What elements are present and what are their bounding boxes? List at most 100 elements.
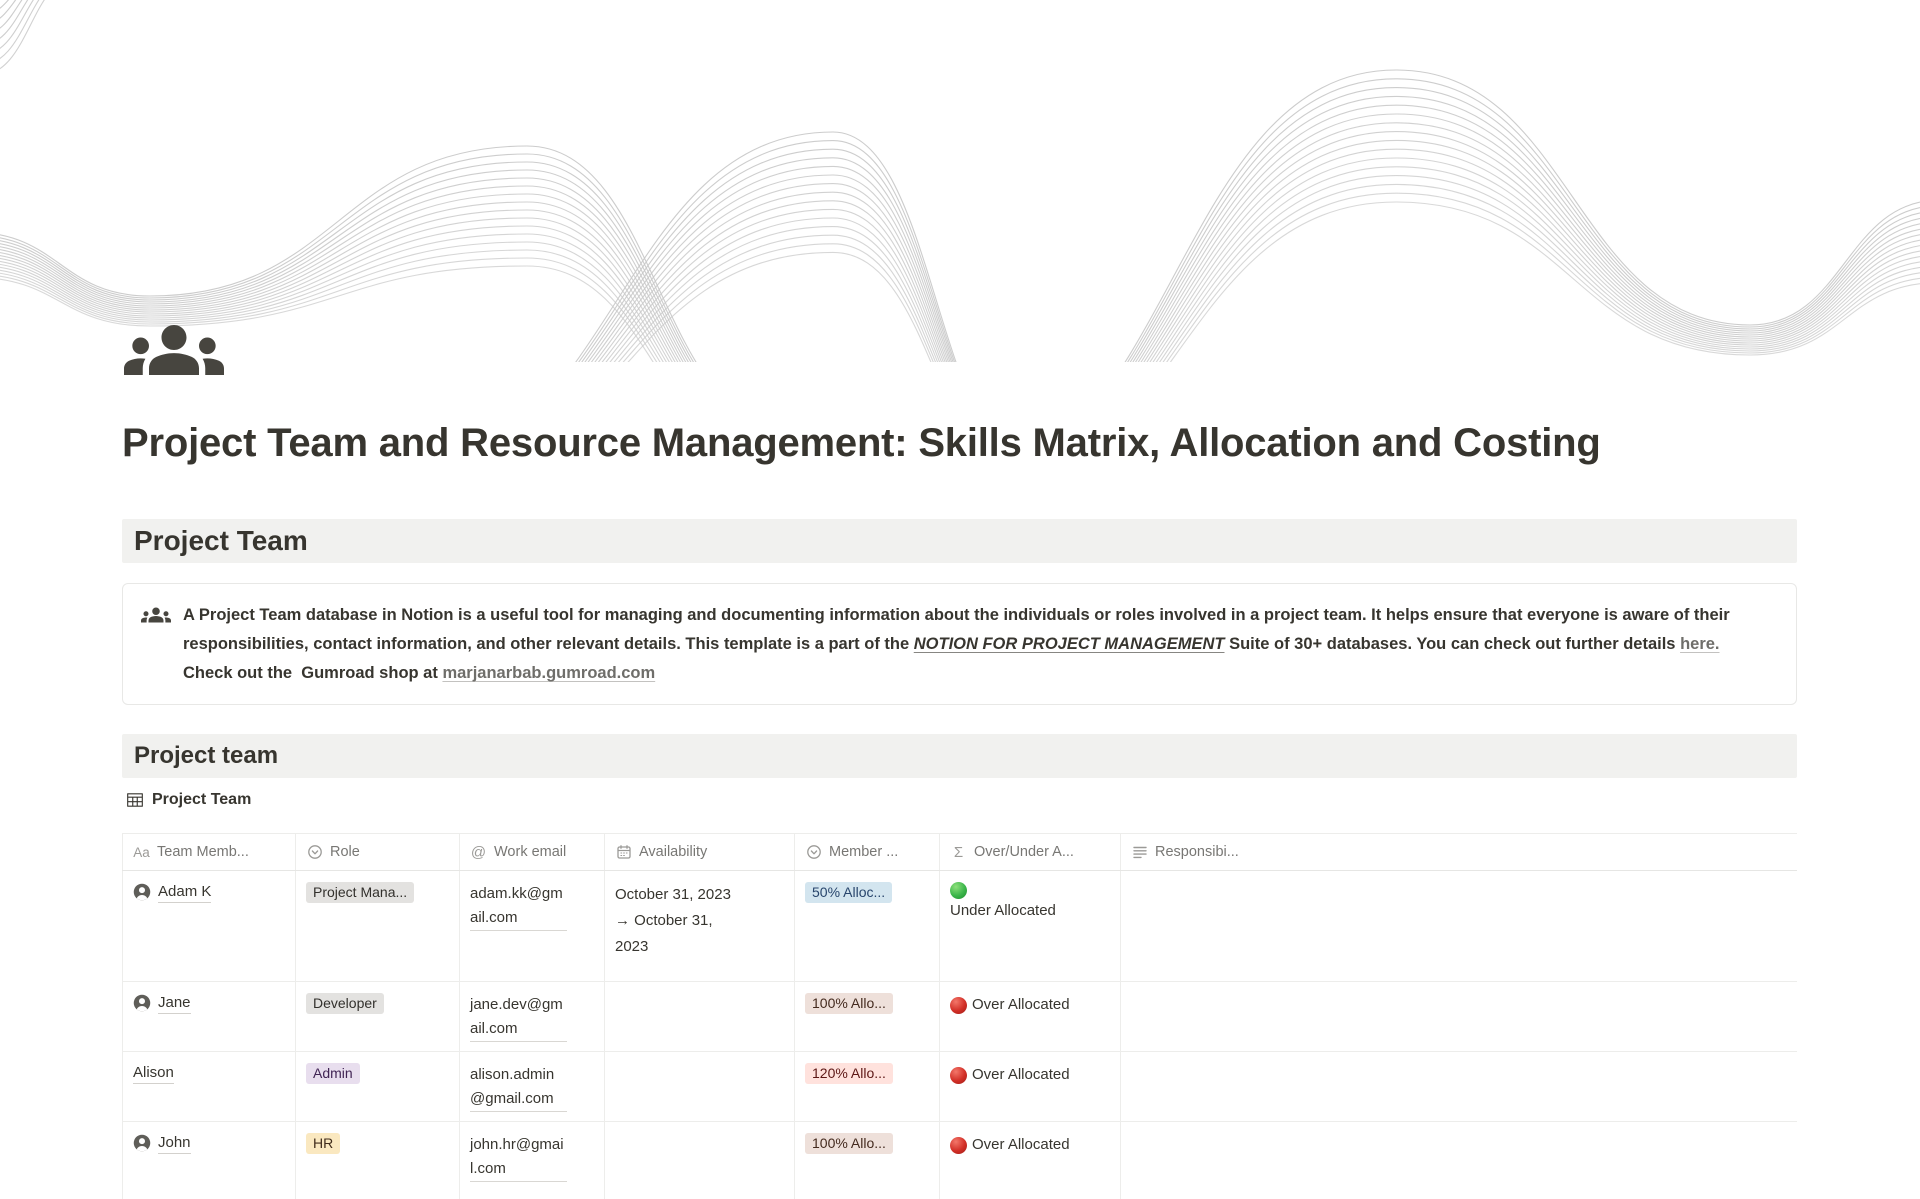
cover-image[interactable] (0, 0, 1920, 362)
section-heading-project-team-db: Project team (122, 734, 1797, 778)
section-heading-text: Project Team (134, 525, 308, 557)
table-row: John HR john.hr@gmail.com 100% Allo... Over … (122, 1122, 1797, 1199)
column-header-label: Role (330, 844, 360, 860)
cell-team-member[interactable]: Alison (122, 1052, 295, 1121)
cell-role[interactable]: HR (295, 1122, 459, 1199)
cell-member-allocation[interactable]: 120% Allo... (794, 1052, 939, 1121)
column-header-over-under-a---[interactable]: ΣOver/Under A... (939, 834, 1120, 870)
member-name-link[interactable]: Adam K (158, 882, 211, 903)
allocation-tag[interactable]: 120% Allo... (805, 1063, 893, 1084)
database-title-link[interactable]: Project Team (126, 791, 251, 809)
cell-work-email[interactable]: jane.dev@gmail.com (459, 982, 604, 1051)
cell-availability[interactable] (604, 1052, 794, 1121)
availability-dates: October 31, 2023 → October 31, 2023 (615, 882, 741, 960)
cell-team-member[interactable]: Jane (122, 982, 295, 1051)
cell-over-under-allocated[interactable]: Over Allocated (939, 1052, 1120, 1121)
column-header-member----[interactable]: Member ... (794, 834, 939, 870)
cell-over-under-allocated[interactable]: Over Allocated (939, 1122, 1120, 1199)
cell-work-email[interactable]: alison.admin@gmail.com (459, 1052, 604, 1121)
cell-role[interactable]: Project Mana... (295, 871, 459, 981)
person-avatar-icon (133, 1134, 151, 1152)
column-header-label: Team Memb... (157, 844, 249, 860)
cell-work-email[interactable]: adam.kk@gmail.com (459, 871, 604, 981)
status-label: Over Allocated (972, 1063, 1070, 1087)
person-avatar-icon (133, 883, 151, 901)
status-label: Over Allocated (972, 993, 1070, 1017)
wave-pattern (0, 0, 1920, 362)
cell-work-email[interactable]: john.hr@gmail.com (459, 1122, 604, 1199)
table-row: Alison Admin alison.admin@gmail.com 120% Al… (122, 1052, 1797, 1122)
page-title: Project Team and Resource Management: Sk… (122, 421, 1722, 466)
text-type-icon: Aa (133, 844, 150, 861)
cell-member-allocation[interactable]: 100% Allo... (794, 1122, 939, 1199)
section-heading-project-team: Project Team (122, 519, 1797, 563)
email-link[interactable]: john.hr@gmail.com (470, 1133, 567, 1182)
column-header-work-email[interactable]: @Work email (459, 834, 604, 870)
cell-role[interactable]: Admin (295, 1052, 459, 1121)
email-link[interactable]: jane.dev@gmail.com (470, 993, 567, 1042)
database-title: Project Team (152, 791, 251, 809)
cell-team-member[interactable]: John (122, 1122, 295, 1199)
role-tag[interactable]: Admin (306, 1063, 360, 1084)
allocation-status: Over Allocated (950, 1133, 1076, 1157)
status-label: Over Allocated (972, 1133, 1070, 1157)
column-header-label: Work email (494, 844, 566, 860)
external-link[interactable]: here. (1680, 635, 1719, 653)
status-label: Under Allocated (950, 899, 1056, 923)
callout-text-segment: Suite of 30+ databases. You can check ou… (1225, 635, 1681, 653)
project-team-table: Aa Team Memb... Role @Work email Availabilit… (122, 833, 1797, 1199)
cell-role[interactable]: Developer (295, 982, 459, 1051)
allocation-tag[interactable]: 100% Allo... (805, 993, 893, 1014)
cell-availability[interactable] (604, 1122, 794, 1199)
role-tag[interactable]: Developer (306, 993, 384, 1014)
column-header-label: Over/Under A... (974, 844, 1074, 860)
member-name-link[interactable]: Jane (158, 993, 191, 1014)
callout-text: A Project Team database in Notion is a u… (183, 601, 1756, 688)
allocation-tag[interactable]: 100% Allo... (805, 1133, 893, 1154)
role-tag[interactable]: Project Mana... (306, 882, 414, 903)
column-header-team-memb---[interactable]: Aa Team Memb... (122, 834, 295, 870)
notion-for-project-management-link[interactable]: NOTION FOR PROJECT MANAGEMENT (914, 635, 1225, 653)
allocation-status: Under Allocated (950, 882, 1076, 923)
column-header-label: Availability (639, 844, 707, 860)
text-lines-icon (1131, 844, 1148, 861)
notion-page: Project Team and Resource Management: Sk… (0, 0, 1920, 1199)
cell-responsibilities[interactable] (1120, 871, 1797, 981)
select-icon (306, 844, 323, 861)
column-header-label: Responsibi... (1155, 844, 1239, 860)
cell-member-allocation[interactable]: 50% Alloc... (794, 871, 939, 981)
cell-over-under-allocated[interactable]: Over Allocated (939, 982, 1120, 1051)
column-header-role[interactable]: Role (295, 834, 459, 870)
role-tag[interactable]: HR (306, 1133, 340, 1154)
member-name-link[interactable]: John (158, 1133, 191, 1154)
member-name-link[interactable]: Alison (133, 1063, 174, 1084)
email-link[interactable]: adam.kk@gmail.com (470, 882, 567, 931)
cell-responsibilities[interactable] (1120, 982, 1797, 1051)
cell-responsibilities[interactable] (1120, 1052, 1797, 1121)
column-header-responsibi---[interactable]: Responsibi... (1120, 834, 1797, 870)
cell-team-member[interactable]: Adam K (122, 871, 295, 981)
table-body: Adam K Project Mana... adam.kk@gmail.com Oc… (122, 871, 1797, 1199)
green-circle-icon (950, 882, 967, 899)
red-circle-icon (950, 1137, 967, 1154)
allocation-status: Over Allocated (950, 1063, 1076, 1087)
section-heading-text: Project team (134, 742, 278, 770)
external-link[interactable]: marjanarbab.gumroad.com (442, 664, 655, 682)
column-header-label: Member ... (829, 844, 898, 860)
table-header-row: Aa Team Memb... Role @Work email Availabilit… (122, 834, 1797, 871)
people-group-icon (141, 600, 171, 630)
table-row: Adam K Project Mana... adam.kk@gmail.com Oc… (122, 871, 1797, 982)
email-link[interactable]: alison.admin@gmail.com (470, 1063, 567, 1112)
cell-availability[interactable]: October 31, 2023 → October 31, 2023 (604, 871, 794, 981)
cell-member-allocation[interactable]: 100% Allo... (794, 982, 939, 1051)
allocation-tag[interactable]: 50% Alloc... (805, 882, 892, 903)
person-avatar-icon (133, 994, 151, 1012)
people-group-icon[interactable] (124, 300, 224, 400)
allocation-status: Over Allocated (950, 993, 1076, 1017)
cell-availability[interactable] (604, 982, 794, 1051)
select-icon (805, 844, 822, 861)
column-header-availability[interactable]: Availability (604, 834, 794, 870)
cell-over-under-allocated[interactable]: Under Allocated (939, 871, 1120, 981)
cell-responsibilities[interactable] (1120, 1122, 1797, 1199)
date-icon (615, 844, 632, 861)
